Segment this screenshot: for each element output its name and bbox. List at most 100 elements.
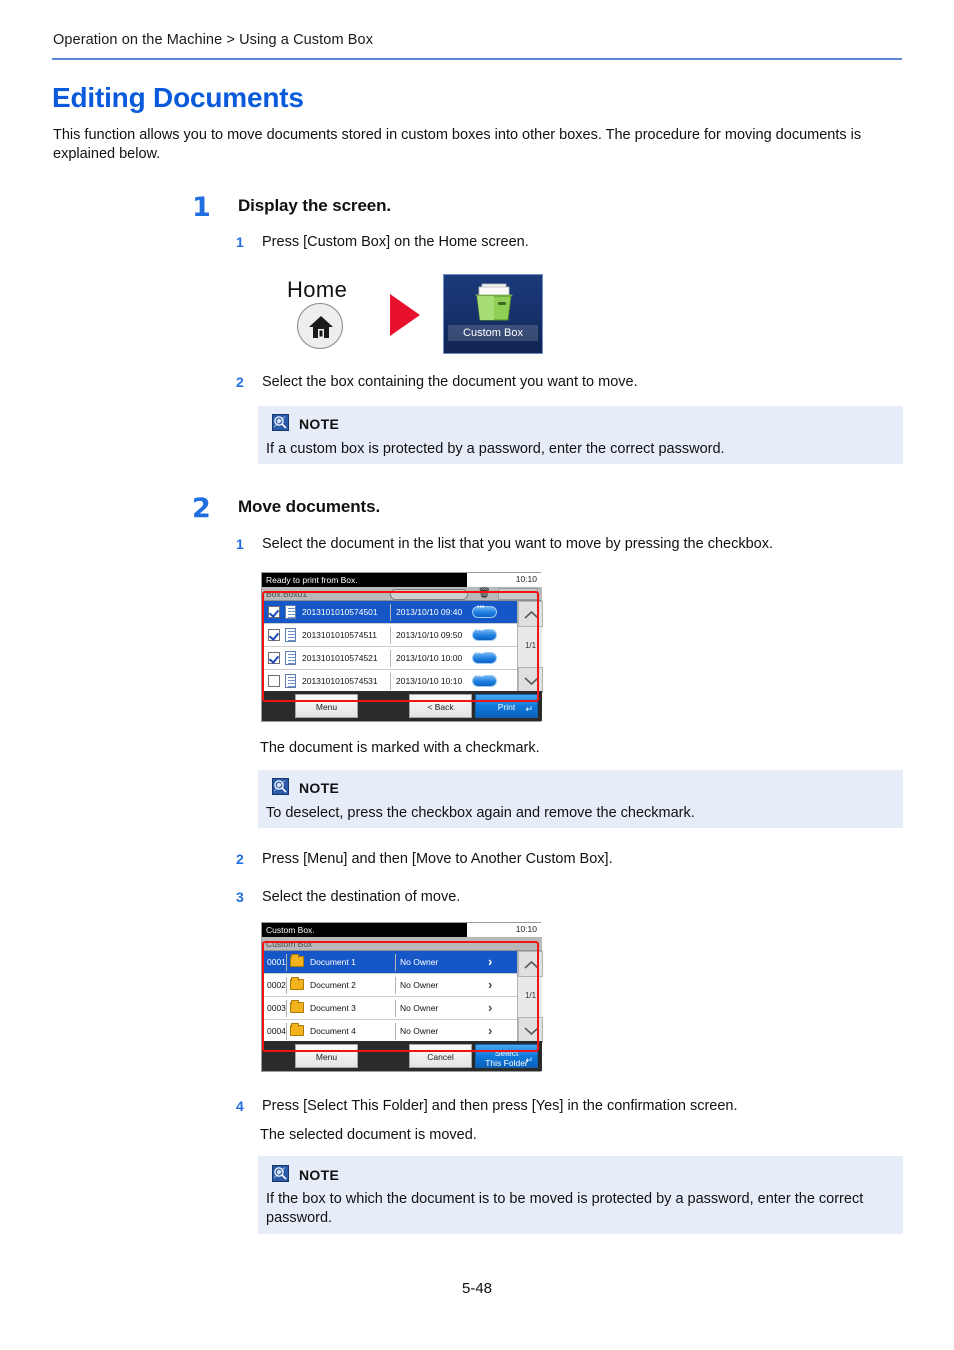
note-3-body: If the box to which the document is to b… (266, 1191, 864, 1226)
step-2-sub-4-text: Press [Select This Folder] and then pres… (262, 1098, 738, 1114)
panel-1-search-oval[interactable] (390, 589, 468, 600)
chevron-right-icon[interactable]: › (488, 1023, 492, 1038)
row-detail-button[interactable] (472, 650, 497, 664)
document-icon (285, 674, 296, 688)
row-divider (286, 954, 287, 971)
table-row[interactable]: 2013101010574521 2013/10/10 10:00 (262, 647, 517, 670)
panel-1-titlebar: Ready to print from Box. 10:10 (262, 573, 542, 587)
panel-2-subbar: Custom Box (262, 937, 542, 951)
panel-1-corner-button[interactable] (498, 588, 538, 600)
folder-icon (290, 1000, 304, 1013)
step-1-sub-1-text: Press [Custom Box] on the Home screen. (262, 234, 529, 250)
row-date: 2013/10/10 09:40 (396, 606, 463, 617)
step-1-sub-2-number: 2 (236, 374, 244, 390)
row-index: 0001 (267, 956, 286, 967)
page-title: Editing Documents (52, 82, 304, 113)
scroll-down-button[interactable] (518, 1017, 543, 1043)
chevron-up-icon (524, 610, 539, 619)
table-row[interactable]: 0004 Document 4 No Owner › (262, 1020, 517, 1043)
note-2-heading: NOTE (299, 780, 340, 796)
panel-2-box-label: Custom Box (266, 938, 313, 949)
row-name: Document 1 (310, 956, 356, 967)
folder-icon (290, 1023, 304, 1036)
step-1-sub-2-text: Select the box containing the document y… (262, 374, 638, 390)
table-row[interactable]: 2013101010574511 2013/10/10 09:50 (262, 624, 517, 647)
row-detail-button[interactable] (472, 673, 497, 687)
menu-button[interactable]: Menu (295, 694, 358, 718)
panel-1-button-bar: Menu < Back Print ↵ (262, 691, 542, 721)
panel-2-scroll-column[interactable]: 1/1 (517, 951, 543, 1043)
step-1-sub-1-number: 1 (236, 234, 244, 250)
step-2-sub-1-text: Select the document in the list that you… (262, 536, 774, 552)
panel-1-document-list[interactable]: 2013101010574501 2013/10/10 09:40 201310… (262, 601, 517, 693)
step-2-sub-2-text: Press [Menu] and then [Move to Another C… (262, 851, 613, 867)
row-divider (390, 604, 391, 621)
printer-panel-documents[interactable]: Ready to print from Box. 10:10 Box:Box01… (261, 572, 543, 722)
row-name: 2013101010574521 (302, 652, 378, 663)
panel-1-clock: 10:10 (515, 574, 537, 584)
note-icon (272, 778, 289, 795)
table-row[interactable]: 0001 Document 1 No Owner › (262, 951, 517, 974)
row-divider (390, 627, 391, 644)
step-2-sub-4-number: 4 (236, 1098, 244, 1114)
custom-box-tile[interactable]: Custom Box (443, 274, 543, 354)
step-2-sub-2-number: 2 (236, 851, 244, 867)
row-checkbox[interactable] (268, 652, 280, 664)
cancel-button[interactable]: Cancel (409, 1044, 472, 1068)
menu-button[interactable]: Menu (295, 1044, 358, 1068)
printer-panel-folders[interactable]: Custom Box. 10:10 Custom Box 0001 Docume… (261, 922, 543, 1072)
note-2-body: To deselect, press the checkbox again an… (266, 805, 695, 821)
scroll-down-button[interactable] (518, 667, 543, 693)
table-row[interactable]: 0002 Document 2 No Owner › (262, 974, 517, 997)
trash-icon[interactable]: 🗑 (478, 588, 491, 599)
document-icon (285, 628, 296, 642)
scroll-up-button[interactable] (518, 601, 543, 627)
row-detail-button[interactable] (472, 604, 497, 618)
row-index: 0002 (267, 979, 286, 990)
table-row[interactable]: 0003 Document 3 No Owner › (262, 997, 517, 1020)
panel-2-titlebar: Custom Box. 10:10 (262, 923, 542, 937)
print-button[interactable]: Print ↵ (475, 694, 538, 718)
row-checkbox[interactable] (268, 629, 280, 641)
row-date: 2013/10/10 10:10 (396, 675, 463, 686)
folder-icon (290, 954, 304, 967)
back-button[interactable]: < Back (409, 694, 472, 718)
step-2-sub-1-number: 1 (236, 536, 244, 552)
step-2-number: 2 (192, 493, 211, 524)
chevron-down-icon (524, 1027, 539, 1036)
note-3-heading: NOTE (299, 1167, 340, 1183)
enter-key-icon: ↵ (525, 704, 533, 714)
breadcrumb: Operation on the Machine > Using a Custo… (53, 32, 374, 48)
chevron-right-icon[interactable]: › (488, 977, 492, 992)
row-owner: No Owner (400, 1002, 439, 1013)
chevron-right-icon[interactable]: › (488, 954, 492, 969)
folder-icon (290, 977, 304, 990)
row-checkbox[interactable] (268, 675, 280, 687)
chevron-right-icon[interactable]: › (488, 1000, 492, 1015)
row-date: 2013/10/10 09:50 (396, 629, 463, 640)
table-row[interactable]: 2013101010574501 2013/10/10 09:40 (262, 601, 517, 624)
enter-key-icon: ↵ (525, 1054, 533, 1065)
row-divider (286, 977, 287, 994)
scroll-up-button[interactable] (518, 951, 543, 977)
row-checkbox[interactable] (268, 606, 280, 618)
row-owner: No Owner (400, 979, 439, 990)
row-divider (395, 1000, 396, 1017)
table-row[interactable]: 2013101010574531 2013/10/10 10:10 (262, 670, 517, 693)
page-number: 5-48 (461, 1280, 493, 1297)
row-name: Document 4 (310, 1025, 356, 1036)
panel-2-folder-list[interactable]: 0001 Document 1 No Owner › 0002 Document… (262, 951, 517, 1043)
row-divider (395, 1023, 396, 1040)
document-icon (285, 651, 296, 665)
chevron-up-icon (524, 960, 539, 969)
panel-1-scroll-column[interactable]: 1/1 (517, 601, 543, 693)
row-divider (286, 1023, 287, 1040)
panel-1-subbar: Box:Box01 🗑 (262, 587, 542, 601)
row-divider (286, 1000, 287, 1017)
select-this-folder-button[interactable]: Select This Folder ↵ (475, 1044, 538, 1068)
step-2-title: Move documents. (238, 497, 381, 516)
step-2-caption-1: The document is marked with a checkmark. (260, 740, 540, 756)
note-1-body: If a custom box is protected by a passwo… (266, 441, 725, 457)
step-2-caption-2: The selected document is moved. (260, 1127, 477, 1143)
row-detail-button[interactable] (472, 627, 497, 641)
